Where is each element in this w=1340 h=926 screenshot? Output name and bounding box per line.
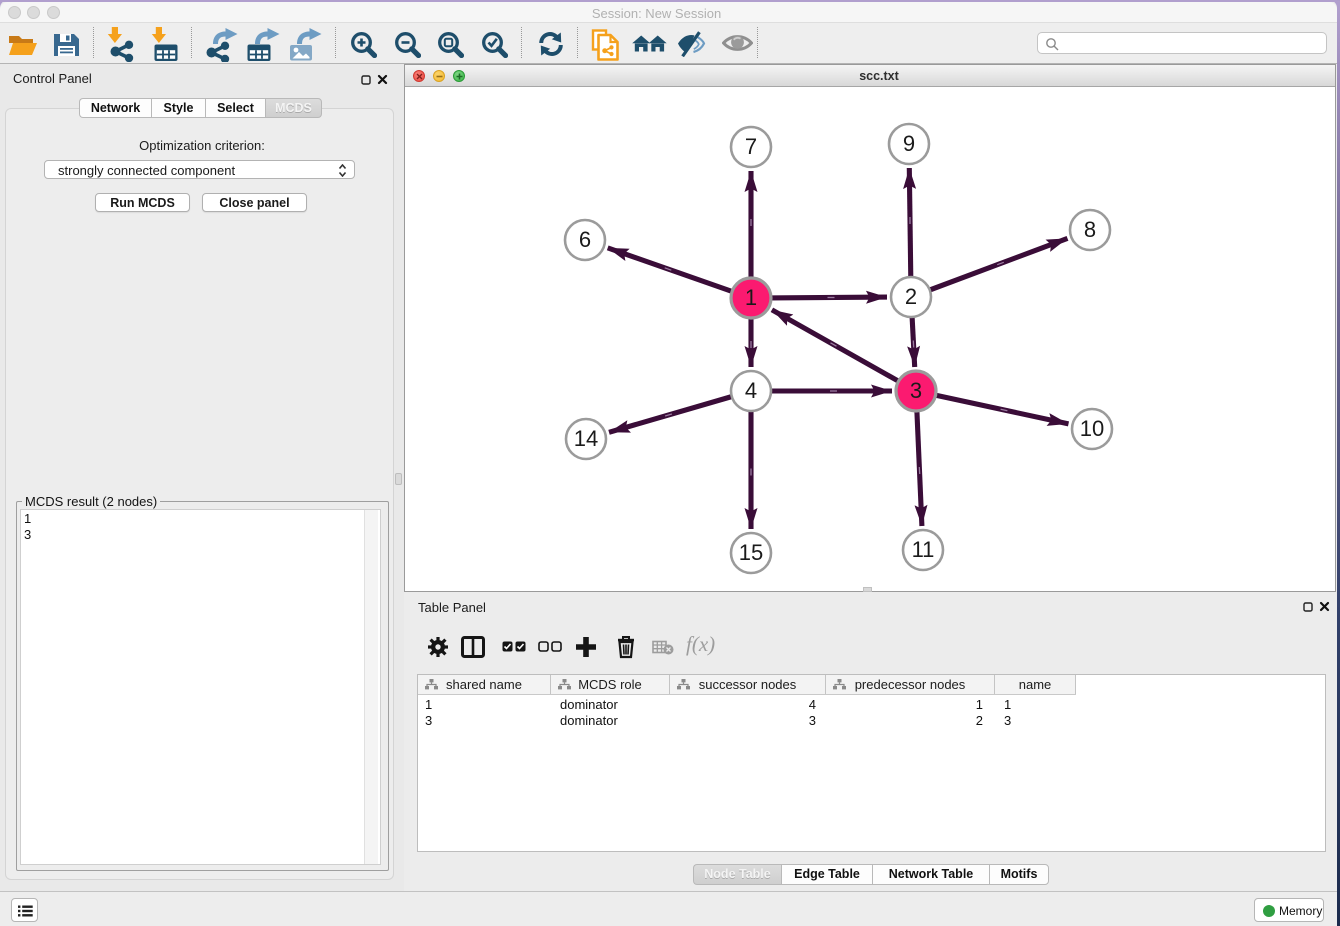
svg-text:1: 1 — [745, 285, 757, 310]
svg-text:6: 6 — [579, 227, 591, 252]
svg-text:7: 7 — [745, 134, 757, 159]
svg-text:10: 10 — [1080, 416, 1104, 441]
svg-text:8: 8 — [1084, 217, 1096, 242]
svg-text:3: 3 — [910, 378, 922, 403]
svg-text:11: 11 — [912, 537, 935, 562]
svg-text:4: 4 — [745, 378, 757, 403]
svg-text:2: 2 — [905, 284, 917, 309]
svg-text:14: 14 — [574, 426, 598, 451]
svg-text:9: 9 — [903, 131, 915, 156]
svg-text:15: 15 — [739, 540, 763, 565]
